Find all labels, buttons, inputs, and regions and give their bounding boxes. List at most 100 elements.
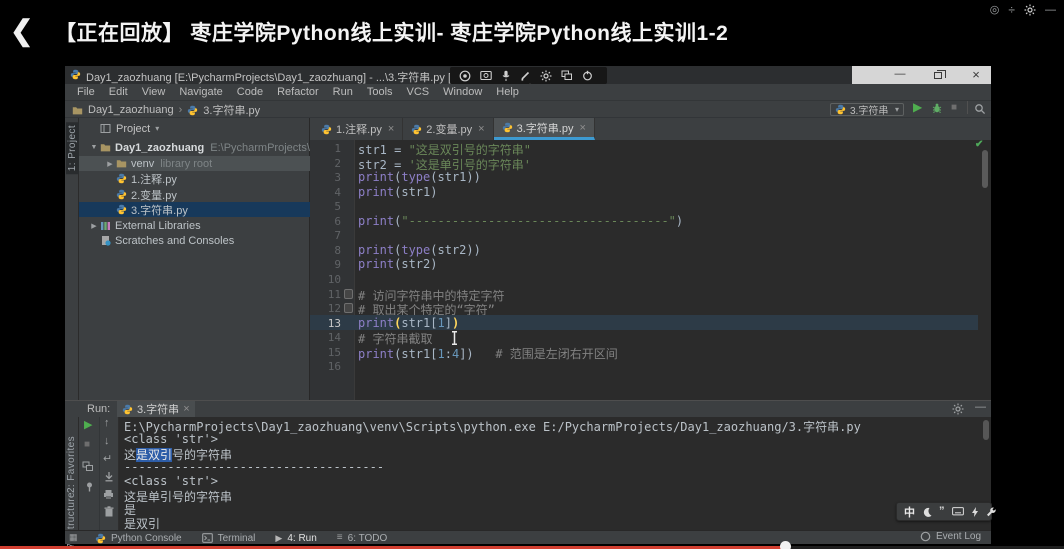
code-line[interactable]: # 取出某个特定的“字符” (358, 301, 495, 316)
console-line: <class 'str'> (124, 474, 218, 488)
menu-item-vcs[interactable]: VCS (400, 86, 437, 98)
menu-item-file[interactable]: File (70, 86, 102, 98)
quotes-icon[interactable]: ” (939, 506, 945, 517)
expander-icon[interactable]: ▶ (104, 160, 116, 168)
status-4-run[interactable]: ▶4: Run (275, 533, 316, 544)
toolstripe-favorites[interactable]: 2: Favorites (66, 436, 77, 493)
menu-item-window[interactable]: Window (436, 86, 489, 98)
windows-icon[interactable] (561, 70, 573, 81)
soft-wrap-button[interactable]: ↵ (103, 454, 112, 465)
restore-layout-icon[interactable] (82, 461, 94, 472)
console-line: E:\PycharmProjects\Day1_zaozhuang\venv\S… (124, 418, 861, 432)
print-console-button[interactable] (103, 489, 114, 500)
stop-button[interactable]: ■ (951, 102, 957, 113)
code-token: ) (452, 316, 459, 330)
scroll-to-end-button[interactable] (104, 471, 114, 482)
recorder-logo-icon[interactable] (459, 70, 471, 82)
search-everywhere-button[interactable] (974, 103, 986, 115)
code-line[interactable]: str1 = "这是双引号的字符串" (358, 141, 531, 156)
tab-close-icon[interactable]: × (478, 123, 484, 135)
menu-item-run[interactable]: Run (326, 86, 360, 98)
clear-console-button[interactable] (104, 506, 114, 517)
minimize-button[interactable]: — (884, 66, 916, 84)
close-button[interactable]: × (960, 66, 992, 84)
code-line[interactable]: # 访问字符串中的特定字符 (358, 287, 504, 302)
power-icon[interactable] (582, 70, 593, 81)
code-line[interactable]: # 字符串截取 (358, 330, 432, 345)
code-line[interactable]: print(str1[1]) (358, 316, 459, 331)
tree-item-4[interactable]: 3.字符串.py (79, 202, 310, 217)
stop-process-button[interactable]: ■ (84, 440, 90, 450)
status-6-todo[interactable]: ≡6: TODO (337, 533, 388, 544)
next-trace-button[interactable]: ↓ (104, 436, 110, 447)
debug-button[interactable] (931, 102, 943, 114)
settings-icon[interactable] (540, 70, 552, 82)
editor-tab-0[interactable]: 1.注释.py× (313, 118, 403, 140)
fold-marker-icon[interactable] (344, 303, 353, 313)
microphone-icon[interactable] (501, 70, 511, 82)
rerun-button[interactable]: ▶ (84, 420, 92, 431)
toolstripe-project[interactable]: 1: Project (66, 122, 79, 174)
code-line[interactable]: str2 = '这是单引号的字符串' (358, 156, 531, 171)
breadcrumb-project[interactable]: Day1_zaozhuang (88, 104, 174, 116)
prev-trace-button[interactable]: ↑ (104, 418, 110, 429)
code-line[interactable]: print(str1) (358, 185, 437, 200)
run-config-selector[interactable]: 3.字符串 ▾ (830, 103, 904, 116)
menu-item-tools[interactable]: Tools (360, 86, 400, 98)
editor-scrollbar[interactable] (982, 150, 988, 188)
flash-icon[interactable] (971, 507, 979, 517)
run-button[interactable]: ▶ (913, 100, 922, 114)
close-icon[interactable]: × (183, 403, 189, 415)
tree-item-6[interactable]: Scratches and Consoles (79, 233, 310, 248)
hide-button[interactable]: — (1045, 4, 1056, 16)
tree-item-0[interactable]: ▼Day1_zaozhuangE:\PycharmProjects\Day1_z… (79, 140, 310, 155)
toolwindow-switcher-icon[interactable]: ▦ (69, 532, 78, 543)
tab-close-icon[interactable]: × (388, 123, 394, 135)
menu-item-code[interactable]: Code (230, 86, 270, 98)
tree-item-1[interactable]: ▶venvlibrary root (79, 156, 310, 171)
locate-button[interactable]: ◎ (990, 4, 1000, 16)
moon-icon[interactable] (922, 507, 932, 517)
menu-item-navigate[interactable]: Navigate (172, 86, 229, 98)
status-terminal[interactable]: Terminal (202, 533, 256, 544)
ime-toolbar[interactable]: 中 ” (896, 502, 992, 521)
console-scrollbar[interactable] (983, 420, 989, 440)
expander-icon[interactable]: ▼ (88, 144, 100, 151)
code-line[interactable]: print(type(str2)) (358, 243, 481, 258)
event-log-button[interactable]: Event Log (920, 531, 981, 542)
status-python-console[interactable]: Python Console (95, 533, 182, 544)
menu-item-edit[interactable]: Edit (102, 86, 135, 98)
video-progress-handle[interactable] (780, 541, 791, 549)
ime-language-indicator[interactable]: 中 (904, 504, 915, 520)
keyboard-icon[interactable] (952, 507, 964, 516)
code-line[interactable]: print(str1[1:4]) # 范围是左闭右开区间 (358, 345, 618, 360)
project-panel-header[interactable]: Project ▾ (79, 118, 310, 139)
breadcrumb-file[interactable]: 3.字符串.py (203, 102, 260, 118)
menu-item-help[interactable]: Help (489, 86, 526, 98)
screenshot-icon[interactable] (480, 70, 492, 81)
annotate-icon[interactable] (520, 70, 531, 81)
code-line[interactable]: print(type(str1)) (358, 170, 481, 185)
hide-panel-button[interactable]: — (975, 401, 986, 413)
folder-icon (116, 159, 127, 168)
menu-item-refactor[interactable]: Refactor (270, 86, 326, 98)
tree-item-3[interactable]: 2.变量.py (79, 187, 310, 202)
collapse-all-button[interactable]: ÷ (1008, 4, 1015, 16)
tree-item-2[interactable]: 1.注释.py (79, 171, 310, 186)
expander-icon[interactable]: ▶ (88, 222, 100, 230)
editor-tab-1[interactable]: 2.变量.py× (403, 118, 493, 140)
menu-item-view[interactable]: View (135, 86, 173, 98)
run-tab[interactable]: 3.字符串 × (117, 401, 195, 417)
pin-tab-icon[interactable] (84, 481, 95, 492)
settings-button[interactable] (1024, 4, 1036, 16)
run-settings-icon[interactable] (952, 403, 964, 415)
tree-item-5[interactable]: ▶External Libraries (79, 218, 310, 233)
back-button[interactable]: ❮ (10, 14, 33, 47)
wrench-icon[interactable] (986, 506, 997, 517)
editor-tab-2[interactable]: 3.字符串.py× (494, 118, 595, 140)
restore-button[interactable] (922, 66, 954, 84)
tab-close-icon[interactable]: × (579, 122, 585, 134)
code-line[interactable]: print(str2) (358, 257, 437, 272)
code-line[interactable]: print("---------------------------------… (358, 214, 683, 229)
fold-marker-icon[interactable] (344, 289, 353, 299)
